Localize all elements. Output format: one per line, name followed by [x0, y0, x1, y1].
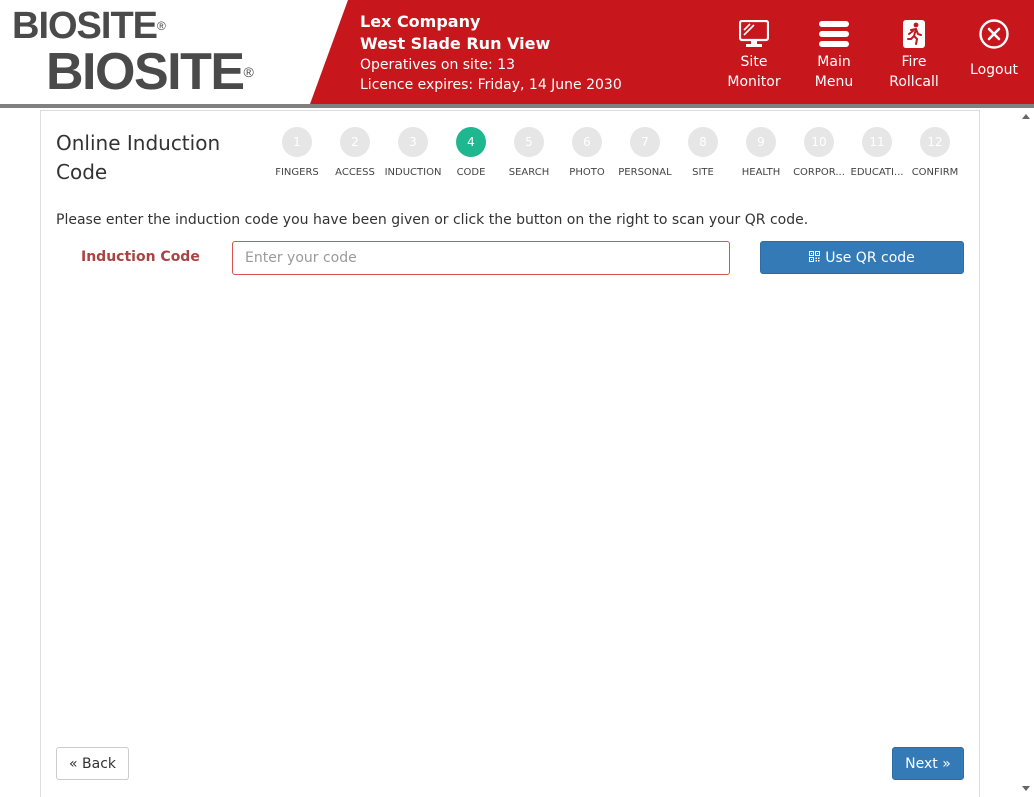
- qr-code-icon: [809, 250, 821, 266]
- progress-step-7: 7 PERSONAL: [616, 127, 674, 178]
- progress-step-1: 1 FINGERS: [268, 127, 326, 178]
- use-qr-code-button[interactable]: Use QR code: [760, 241, 964, 274]
- progress-step-10: 10 CORPOR...: [790, 127, 848, 178]
- progress-step-11: 11 EDUCATI...: [848, 127, 906, 178]
- progress-step-3: 3 INDUCTION: [384, 127, 442, 178]
- step-label: PHOTO: [569, 167, 605, 178]
- step-number: 4: [456, 127, 486, 157]
- monitor-icon: [714, 18, 794, 50]
- step-label: CONFIRM: [911, 167, 959, 178]
- page-scrollbar[interactable]: [1018, 108, 1034, 797]
- header-divider: [0, 104, 1034, 108]
- step-number: 10: [804, 127, 834, 157]
- app-header: BIOSITE® BIOSITE® Lex Company West Slade…: [0, 0, 1034, 104]
- induction-code-label: Induction Code: [81, 249, 200, 265]
- step-number: 7: [630, 127, 660, 157]
- progress-step-8: 8 SITE: [674, 127, 732, 178]
- progress-step-5: 5 SEARCH: [500, 127, 558, 178]
- logo-panel: BIOSITE® BIOSITE®: [0, 0, 348, 104]
- next-button[interactable]: Next »: [892, 747, 964, 780]
- step-number: 1: [282, 127, 312, 157]
- step-number: 5: [514, 127, 544, 157]
- induction-code-input[interactable]: [232, 241, 730, 275]
- instructions: Please enter the induction code you have…: [56, 212, 809, 228]
- step-number: 11: [862, 127, 892, 157]
- step-number: 9: [746, 127, 776, 157]
- step-label: CORPOR...: [793, 167, 845, 178]
- licence-expiry: Licence expires: Friday, 14 June 2030: [360, 77, 622, 93]
- logo-big: BIOSITE®: [46, 43, 254, 101]
- step-label: INDUCTION: [384, 167, 442, 178]
- progress-step-9: 9 HEALTH: [732, 127, 790, 178]
- step-label: ACCESS: [335, 167, 375, 178]
- logout-button[interactable]: Logout: [954, 18, 1034, 80]
- fire-exit-icon: [874, 18, 954, 50]
- step-label: EDUCATI...: [850, 167, 904, 178]
- menu-icon: [794, 18, 874, 50]
- company-name: Lex Company: [360, 12, 481, 31]
- progress-step-12: 12 CONFIRM: [906, 127, 964, 178]
- step-label: PERSONAL: [618, 167, 672, 178]
- progress-step-2: 2 ACCESS: [326, 127, 384, 178]
- close-circle-icon: [954, 18, 1034, 50]
- operatives-count: Operatives on site: 13: [360, 57, 516, 73]
- induction-panel: Online Induction Code 1 FINGERS 2 ACCESS 3 IN…: [40, 110, 980, 797]
- logo-small: BIOSITE®: [12, 5, 166, 47]
- step-label: SEARCH: [508, 167, 550, 178]
- step-number: 6: [572, 127, 602, 157]
- step-number: 2: [340, 127, 370, 157]
- step-number: 12: [920, 127, 950, 157]
- site-monitor-button[interactable]: Site Monitor: [714, 18, 794, 92]
- back-button[interactable]: « Back: [56, 747, 130, 780]
- progress-step-4: 4 CODE: [442, 127, 500, 178]
- scroll-down-arrow-icon[interactable]: [1022, 786, 1030, 791]
- company-info: Lex Company West Slade Run View Operativ…: [360, 11, 622, 95]
- step-label: SITE: [692, 167, 714, 178]
- step-label: HEALTH: [741, 167, 781, 178]
- step-label: CODE: [456, 167, 486, 178]
- progress-step-6: 6 PHOTO: [558, 127, 616, 178]
- fire-rollcall-button[interactable]: Fire Rollcall: [874, 18, 954, 92]
- page-title: Online Induction Code: [56, 131, 221, 184]
- scroll-up-arrow-icon[interactable]: [1022, 114, 1030, 119]
- step-number: 8: [688, 127, 718, 157]
- main-menu-button[interactable]: Main Menu: [794, 18, 874, 92]
- step-number: 3: [398, 127, 428, 157]
- step-label: FINGERS: [275, 167, 319, 178]
- site-name: West Slade Run View: [360, 34, 551, 53]
